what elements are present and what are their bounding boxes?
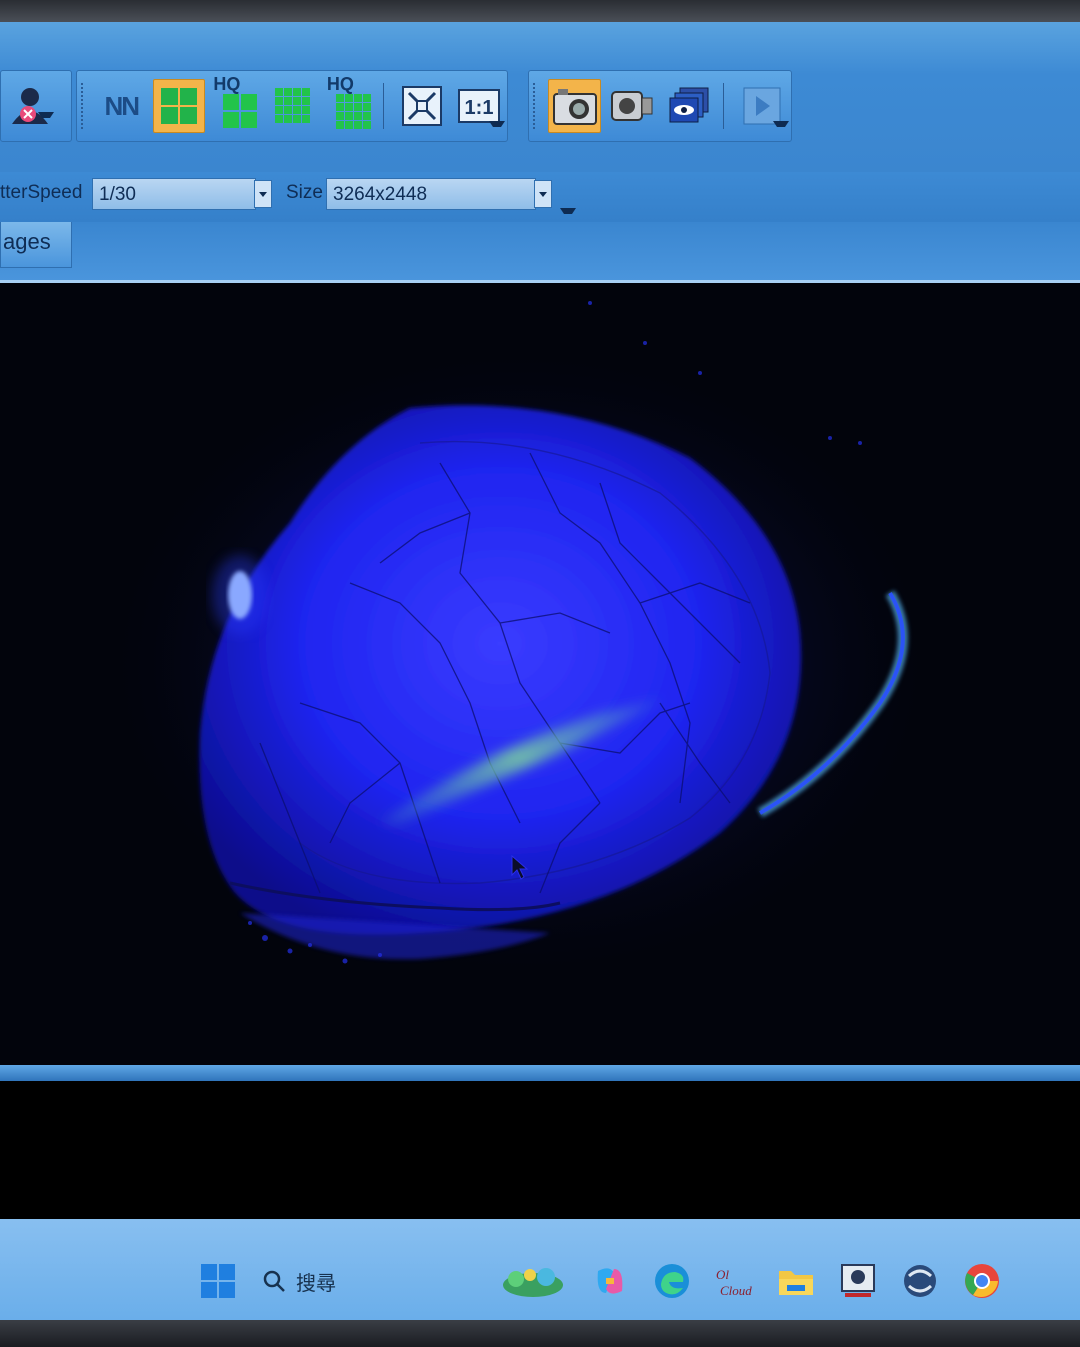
hq-label: HQ bbox=[213, 74, 241, 94]
video-camera-icon bbox=[610, 91, 653, 121]
mouse-cursor-icon bbox=[511, 855, 529, 880]
hq-grid-4x4-icon bbox=[336, 94, 372, 129]
size-label: Size bbox=[286, 182, 323, 203]
eye-icon bbox=[669, 87, 709, 123]
windows-taskbar: 搜尋 Ol Cloud bbox=[0, 1219, 1080, 1320]
toolbar-grip[interactable] bbox=[533, 83, 541, 129]
view-images-button[interactable] bbox=[665, 80, 716, 132]
hq-label: HQ bbox=[326, 74, 354, 94]
windows-logo-icon bbox=[201, 1264, 235, 1298]
svg-text:Ol: Ol bbox=[716, 1267, 729, 1282]
tab-images[interactable]: ages bbox=[0, 222, 72, 268]
copilot-icon bbox=[597, 1268, 623, 1294]
size-select[interactable]: 3264x2448 bbox=[326, 178, 536, 210]
start-button[interactable] bbox=[198, 1261, 238, 1301]
fit-screen-button[interactable] bbox=[396, 80, 447, 132]
folder-icon bbox=[779, 1271, 813, 1295]
capture-parameters-bar: tterSpeed 1/30 Size 3264x2448 bbox=[0, 172, 1080, 222]
still-camera-button[interactable] bbox=[547, 79, 602, 133]
fit-screen-icon bbox=[401, 86, 442, 126]
shutter-speed-label: tterSpeed bbox=[0, 182, 83, 203]
shutter-dropdown-arrow-icon[interactable] bbox=[254, 180, 272, 208]
hq-grid-2x2-icon bbox=[222, 94, 257, 128]
capture-toolbar bbox=[528, 70, 792, 142]
patient-toolbar bbox=[0, 70, 72, 142]
copilot-button[interactable] bbox=[590, 1261, 630, 1301]
nn-label: NN bbox=[104, 90, 140, 121]
imaging-app-icon bbox=[841, 1264, 875, 1297]
actual-size-icon: 1:1 bbox=[457, 89, 500, 123]
layout-menu-arrow-icon[interactable] bbox=[489, 121, 505, 135]
shutter-speed-select[interactable]: 1/30 bbox=[92, 178, 256, 210]
monitor-screen: NN HQ HQ 1:1 tterSpeed 1/30 Size 3264x24… bbox=[0, 0, 1080, 1320]
image-viewer[interactable] bbox=[0, 283, 1080, 1065]
hq-grid-4x4-button[interactable]: HQ bbox=[325, 74, 376, 132]
grid-2x2-button[interactable] bbox=[152, 79, 206, 133]
grid-4x4-icon bbox=[275, 88, 311, 123]
toolbar-separator bbox=[722, 83, 730, 129]
camera-icon bbox=[552, 89, 597, 125]
chrome-icon bbox=[965, 1264, 999, 1298]
widgets-button[interactable] bbox=[500, 1261, 566, 1301]
ratio-label: 1:1 bbox=[464, 97, 493, 119]
sync-app-button[interactable] bbox=[900, 1261, 940, 1301]
cloud-app-icon: Ol Cloud bbox=[716, 1267, 752, 1298]
patient-button[interactable] bbox=[4, 80, 56, 132]
imaging-app-button[interactable] bbox=[838, 1261, 878, 1301]
toolbar-grip[interactable] bbox=[81, 83, 89, 129]
layout-toolbar: NN HQ HQ 1:1 bbox=[76, 70, 508, 142]
hq-grid-2x2-button[interactable]: HQ bbox=[211, 74, 262, 132]
taskbar-search[interactable]: 搜尋 bbox=[262, 1263, 336, 1299]
edge-browser-button[interactable] bbox=[652, 1261, 692, 1301]
search-icon bbox=[263, 1270, 285, 1292]
capture-menu-arrow-icon[interactable] bbox=[773, 121, 789, 135]
grid-4x4-button[interactable] bbox=[268, 80, 319, 132]
file-explorer-button[interactable] bbox=[776, 1261, 816, 1301]
grid-2x2-icon bbox=[160, 88, 197, 124]
tab-bar: ages bbox=[0, 222, 1080, 283]
edge-icon bbox=[655, 1264, 689, 1298]
search-placeholder: 搜尋 bbox=[296, 1272, 336, 1295]
play-icon bbox=[743, 87, 781, 125]
viewer-splitter[interactable] bbox=[0, 1065, 1080, 1081]
chrome-browser-button[interactable] bbox=[962, 1261, 1002, 1301]
toolbar-band: NN HQ HQ 1:1 bbox=[0, 22, 1080, 172]
thumbnail-area bbox=[0, 1081, 1080, 1219]
patient-menu-arrow-icon[interactable] bbox=[38, 112, 54, 126]
params-menu-arrow-icon[interactable] bbox=[560, 208, 576, 222]
monitor-bezel-top bbox=[0, 0, 1080, 22]
toolbar-separator bbox=[382, 83, 390, 129]
nn-view-button[interactable]: NN bbox=[96, 80, 147, 132]
fluorescein-eye-image bbox=[100, 301, 940, 983]
globe-sync-icon bbox=[904, 1265, 936, 1297]
video-camera-button[interactable] bbox=[607, 80, 658, 132]
monitor-bezel-bottom bbox=[0, 1320, 1080, 1347]
size-dropdown-arrow-icon[interactable] bbox=[534, 180, 552, 208]
widgets-landscape-icon bbox=[503, 1268, 563, 1297]
cloud-app-button[interactable]: Ol Cloud bbox=[714, 1261, 758, 1301]
cloud-label: Cloud bbox=[720, 1283, 752, 1298]
